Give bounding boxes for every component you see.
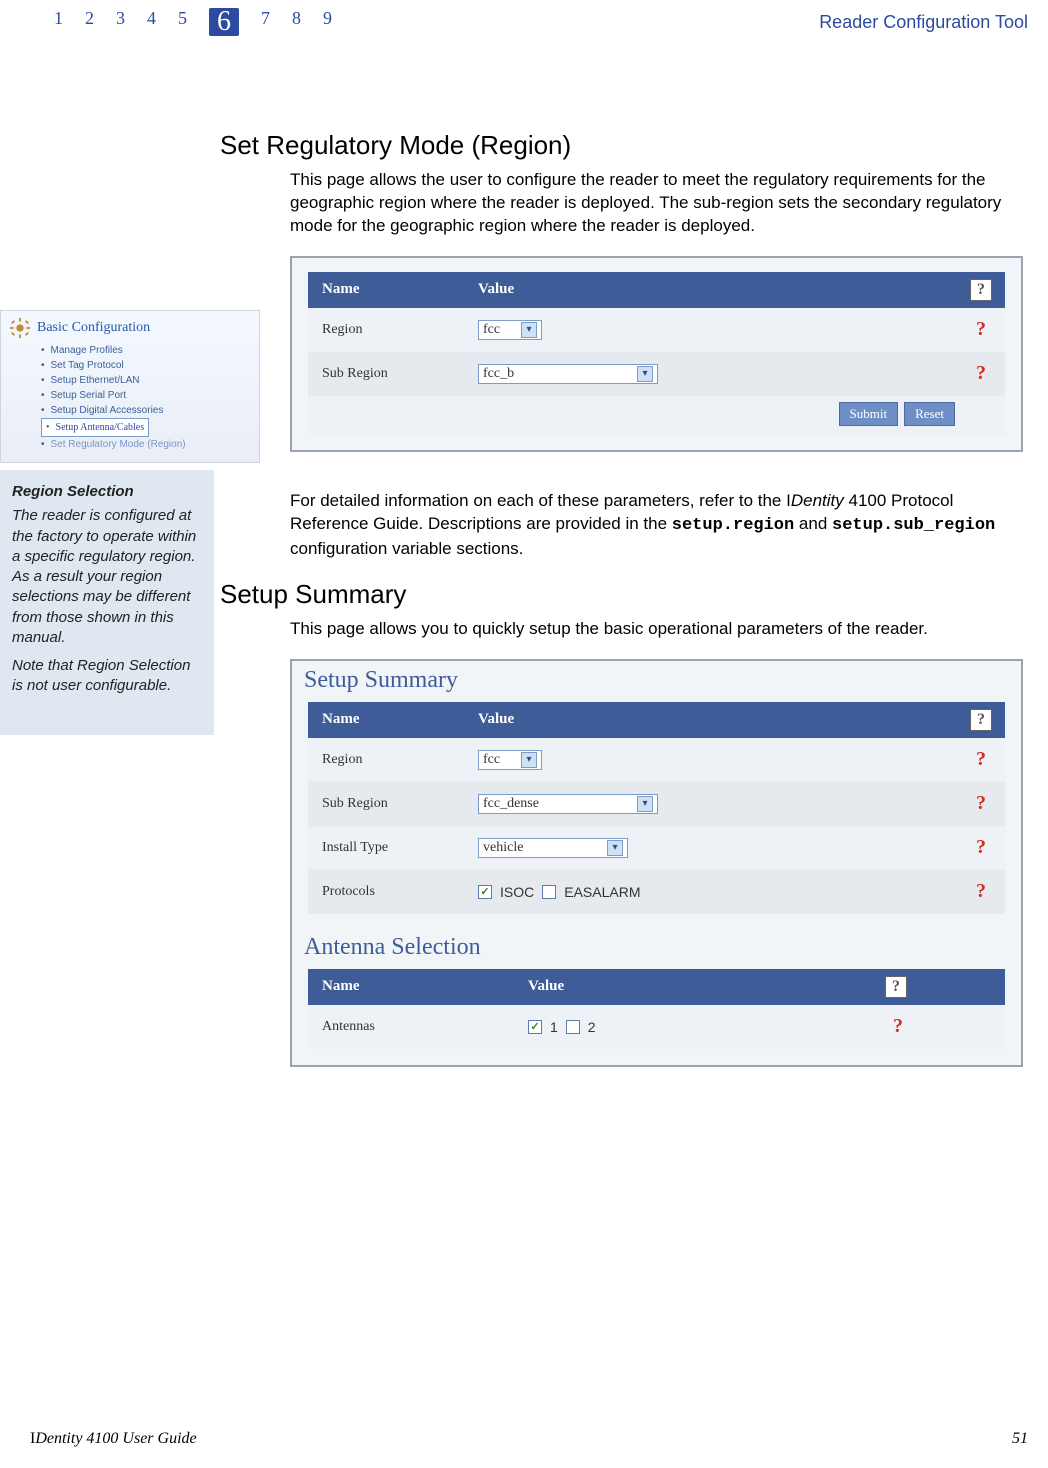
bc-item-set-tag-protocol[interactable]: Set Tag Protocol (41, 358, 251, 373)
regulatory-th-value: Value (478, 281, 957, 298)
chapter-5[interactable]: 5 (178, 8, 187, 36)
bc-item-setup-serial[interactable]: Setup Serial Port (41, 388, 251, 403)
regulatory-subregion-label: Sub Region (308, 366, 478, 382)
summary-installtype-label: Install Type (308, 840, 478, 856)
label-easalarm: EASALARM (564, 884, 640, 900)
help-icon[interactable]: ? (885, 1015, 1005, 1038)
note-title: Region Selection (12, 482, 202, 502)
chevron-down-icon: ▾ (521, 752, 537, 768)
antenna-selection-title: Antenna Selection (292, 928, 1021, 969)
summary-region-label: Region (308, 752, 478, 768)
chevron-down-icon: ▾ (637, 796, 653, 812)
header-title: Reader Configuration Tool (819, 12, 1028, 33)
bc-item-setup-antenna[interactable]: Setup Antenna/Cables (41, 418, 149, 437)
regulatory-th-name: Name (308, 281, 478, 298)
note-region-selection: Region Selection The reader is configure… (0, 470, 214, 735)
note-paragraph-1: The reader is configured at the factory … (12, 506, 202, 648)
chapter-6-current: 6 (209, 8, 239, 36)
summary-region-select[interactable]: fcc ▾ (478, 750, 542, 770)
antennas-label: Antennas (308, 1019, 528, 1035)
summary-subregion-value: fcc_dense (483, 796, 539, 812)
basic-config-title: Basic Configuration (37, 320, 150, 336)
region-select[interactable]: fcc ▾ (478, 320, 542, 340)
bc-item-set-regulatory[interactable]: Set Regulatory Mode (Region) (41, 437, 251, 452)
chapter-nav: 1 2 3 4 5 6 7 8 9 (54, 8, 332, 36)
summary-subregion-select[interactable]: fcc_dense ▾ (478, 794, 658, 814)
reset-button[interactable]: Reset (904, 402, 955, 426)
summary-installtype-select[interactable]: vehicle ▾ (478, 838, 628, 858)
help-icon[interactable]: ? (957, 362, 1005, 385)
heading-set-regulatory-mode: Set Regulatory Mode (Region) (220, 130, 1028, 161)
note-paragraph-2: Note that Region Selection is not user c… (12, 656, 202, 697)
help-all-icon[interactable]: ? (885, 976, 907, 998)
region-select-value: fcc (483, 322, 500, 338)
paragraph-1: This page allows the user to configure t… (290, 169, 1023, 238)
panel-setup-summary: Setup Summary Name Value ? Region fcc ▾ ?… (290, 659, 1023, 1067)
footer-page-number: 51 (1012, 1430, 1028, 1448)
summary-th-value: Value (478, 711, 957, 728)
paragraph-3: This page allows you to quickly setup th… (290, 618, 1023, 641)
chevron-down-icon: ▾ (607, 840, 623, 856)
setup-summary-title: Setup Summary (292, 661, 1021, 702)
chapter-2[interactable]: 2 (85, 8, 94, 36)
help-icon[interactable]: ? (957, 792, 1005, 815)
bc-item-manage-profiles[interactable]: Manage Profiles (41, 343, 251, 358)
footer-guide: IDentity 4100 User Guide (30, 1430, 197, 1448)
chapter-8[interactable]: 8 (292, 8, 301, 36)
summary-installtype-value: vehicle (483, 840, 523, 856)
checkbox-isoc[interactable] (478, 885, 492, 899)
help-icon[interactable]: ? (957, 748, 1005, 771)
submit-button[interactable]: Submit (839, 402, 899, 426)
summary-th-name: Name (308, 711, 478, 728)
bc-item-setup-digital[interactable]: Setup Digital Accessories (41, 403, 251, 418)
label-antenna-1: 1 (550, 1019, 558, 1035)
antenna-th-value: Value (528, 978, 885, 995)
summary-subregion-label: Sub Region (308, 796, 478, 812)
help-icon[interactable]: ? (957, 318, 1005, 341)
chevron-down-icon: ▾ (521, 322, 537, 338)
chevron-down-icon: ▾ (637, 366, 653, 382)
chapter-9[interactable]: 9 (323, 8, 332, 36)
basic-config-panel: Basic Configuration Manage Profiles Set … (0, 310, 260, 463)
checkbox-antenna-1[interactable] (528, 1020, 542, 1034)
regulatory-region-label: Region (308, 322, 478, 338)
panel-regulatory: Name Value ? Region fcc ▾ ? Sub Region (290, 256, 1023, 452)
summary-protocols-label: Protocols (308, 884, 478, 900)
heading-setup-summary: Setup Summary (220, 579, 1028, 610)
paragraph-reference: For detailed information on each of thes… (290, 490, 1023, 561)
help-icon[interactable]: ? (957, 836, 1005, 859)
checkbox-easalarm[interactable] (542, 885, 556, 899)
chapter-1[interactable]: 1 (54, 8, 63, 36)
chapter-4[interactable]: 4 (147, 8, 156, 36)
antenna-th-name: Name (308, 978, 528, 995)
gear-icon (9, 317, 31, 339)
help-all-icon[interactable]: ? (970, 279, 992, 301)
label-isoc: ISOC (500, 884, 534, 900)
chapter-3[interactable]: 3 (116, 8, 125, 36)
help-all-icon[interactable]: ? (970, 709, 992, 731)
summary-region-value: fcc (483, 752, 500, 768)
subregion-select-value: fcc_b (483, 366, 514, 382)
chapter-7[interactable]: 7 (261, 8, 270, 36)
bc-item-setup-ethernet[interactable]: Setup Ethernet/LAN (41, 373, 251, 388)
help-icon[interactable]: ? (957, 880, 1005, 903)
checkbox-antenna-2[interactable] (566, 1020, 580, 1034)
label-antenna-2: 2 (588, 1019, 596, 1035)
subregion-select[interactable]: fcc_b ▾ (478, 364, 658, 384)
